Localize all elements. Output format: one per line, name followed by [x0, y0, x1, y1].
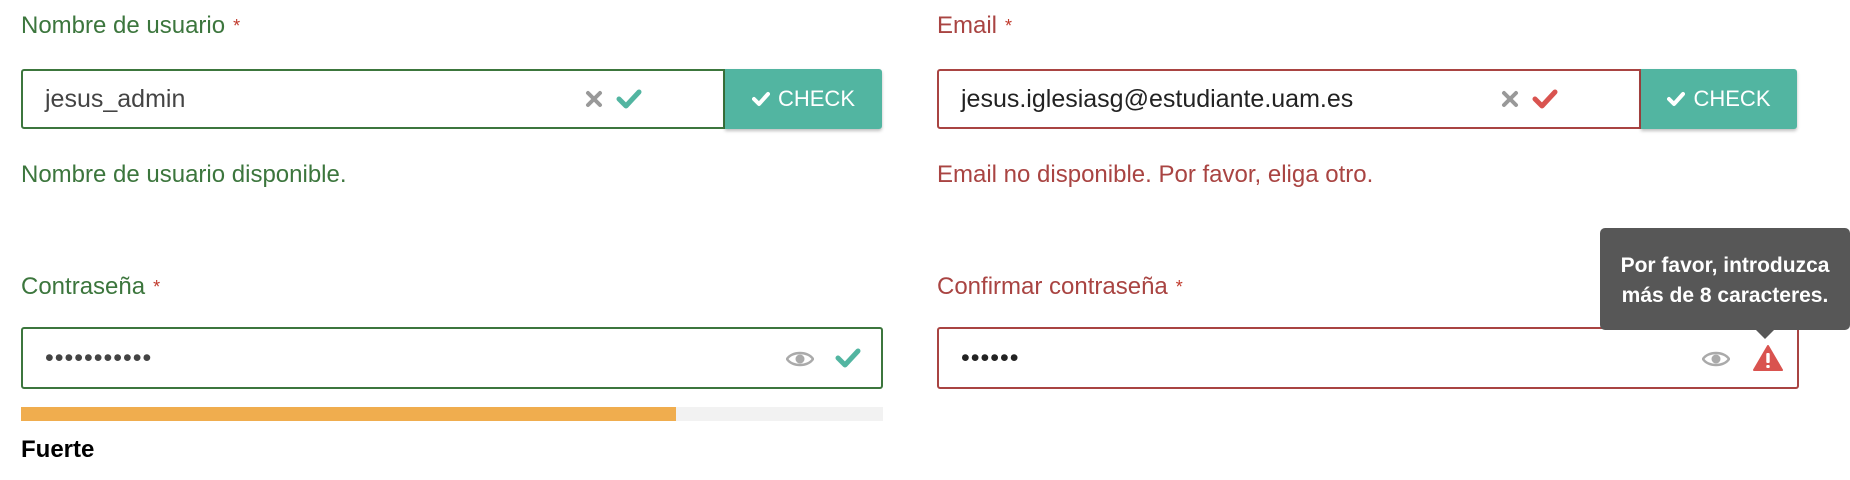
password-field[interactable]: ••••••••••• [21, 327, 883, 389]
confirm-password-value[interactable]: •••••• [961, 329, 1020, 387]
confirm-password-field[interactable]: •••••• [937, 327, 1799, 389]
clear-icon[interactable] [1499, 88, 1521, 110]
email-check-button[interactable]: CHECK [1641, 69, 1797, 129]
required-mark: * [153, 277, 161, 297]
email-field[interactable]: jesus.iglesiasg@estudiante.uam.es [937, 69, 1641, 129]
password-label: Contraseña * [21, 273, 160, 301]
check-icon [834, 346, 862, 370]
email-value[interactable]: jesus.iglesiasg@estudiante.uam.es [961, 71, 1353, 127]
email-status-message: Email no disponible. Por favor, eliga ot… [937, 161, 1374, 188]
clear-icon[interactable] [583, 88, 605, 110]
check-icon [751, 92, 770, 106]
tooltip-line-1: Por favor, introduzca [1620, 254, 1830, 277]
warning-icon [1752, 343, 1784, 373]
validation-tooltip: Por favor, introduzca más de 8 caractere… [1600, 228, 1850, 330]
username-status-message: Nombre de usuario disponible. [21, 161, 347, 188]
confirm-password-label-text: Confirmar contraseña [937, 273, 1168, 300]
required-mark: * [1175, 277, 1183, 297]
confirm-password-label: Confirmar contraseña * [937, 273, 1183, 301]
email-label: Email * [937, 12, 1012, 40]
eye-icon[interactable] [1701, 346, 1731, 372]
tooltip-arrow [1756, 330, 1774, 339]
username-label-text: Nombre de usuario [21, 12, 226, 39]
required-mark: * [1005, 16, 1013, 36]
check-icon [1667, 92, 1686, 106]
username-field[interactable]: jesus_admin [21, 69, 725, 129]
check-button-label: CHECK [1693, 86, 1771, 111]
password-strength-label: Fuerte [21, 436, 95, 463]
check-button-label: CHECK [777, 86, 855, 111]
password-strength-fill [21, 407, 677, 421]
password-label-text: Contraseña [21, 273, 146, 300]
eye-icon[interactable] [785, 346, 815, 372]
check-icon [1531, 87, 1559, 111]
tooltip-line-2: más de 8 caracteres. [1621, 284, 1829, 307]
username-value[interactable]: jesus_admin [45, 71, 185, 127]
username-label: Nombre de usuario * [21, 12, 240, 40]
password-value[interactable]: ••••••••••• [45, 329, 152, 387]
required-mark: * [233, 16, 241, 36]
check-icon [615, 87, 643, 111]
password-strength-bar [21, 407, 883, 421]
email-label-text: Email [937, 12, 998, 39]
username-check-button[interactable]: CHECK [725, 69, 882, 129]
